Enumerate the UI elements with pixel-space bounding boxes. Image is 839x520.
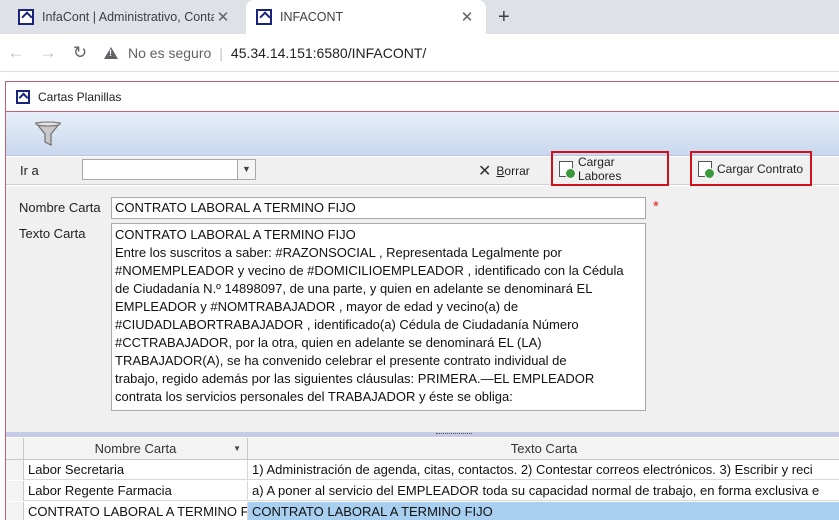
cargar-contrato-button[interactable]: Cargar Contrato [690,151,812,186]
tab-title: InfaCont | Administrativo, Contab [42,10,214,24]
security-label: No es seguro [128,44,212,61]
sort-arrow-icon[interactable]: ▼ [233,438,241,460]
document-load-icon [559,160,576,179]
row-indicator-header [6,438,24,460]
column-header-label: Nombre Carta [94,441,177,456]
text-line: contrata los servicios personales del TR… [115,389,513,404]
text-line: #CIUDADLABORTRABAJADOR , identificado(a)… [115,317,579,332]
table-row[interactable]: Labor Secretaria 1) Administración de ag… [6,460,839,480]
row-indicator[interactable] [6,481,24,501]
text-line: Entre los suscritos a saber: #RAZONSOCIA… [115,245,562,260]
cargar-labores-label: Cargar Labores [577,154,622,183]
cell-texto[interactable]: CONTRATO LABORAL A TERMINO FIJO [248,502,839,520]
text-line: #NOMEMPLEADOR y vecino de #DOMICILIOEMPL… [115,263,624,278]
grid-header: Nombre Carta ▼ Texto Carta [6,438,839,460]
favicon-icon [18,9,34,25]
cell-texto[interactable]: a) A poner al servicio del EMPLEADOR tod… [248,481,839,501]
forward-icon[interactable]: → [32,43,64,63]
nombre-carta-label: Nombre Carta [19,200,101,215]
borrar-button[interactable]: ✕ Borrar [478,157,530,185]
tab-title: INFACONT [280,10,344,24]
text-line: CONTRATO LABORAL A TERMINO FIJO [115,227,356,242]
window-title: Cartas Planillas [38,89,122,104]
close-icon[interactable]: ✕ [214,8,232,26]
browser-tab-infacont[interactable]: INFACONT ✕ [246,0,486,34]
nombre-carta-field[interactable]: CONTRATO LABORAL A TERMINO FIJO [111,197,646,219]
text-line: #CCTRABAJADOR, por la otra, quien en ade… [115,335,542,350]
borrar-accel: B [496,164,505,178]
new-tab-icon[interactable]: + [498,6,510,29]
splitter-handle[interactable] [6,432,839,437]
dropdown-arrow-icon[interactable]: ▼ [237,160,255,179]
cell-nombre[interactable]: Labor Regente Farmacia [24,481,248,501]
back-icon[interactable]: ← [0,43,32,63]
texto-carta-label: Texto Carta [19,226,86,241]
goto-label: Ir a [20,163,39,178]
cell-texto[interactable]: 1) Administración de agenda, citas, cont… [248,460,839,480]
browser-toolbar: ← → ↻ No es seguro | 45.34.14.151:6580/I… [0,34,839,72]
cargar-contrato-label: Cargar Contrato [717,161,804,176]
window-titlebar: Cartas Planillas [6,82,839,112]
delete-x-icon: ✕ [478,163,492,180]
address-bar[interactable]: No es seguro | 45.34.14.151:6580/INFACON… [104,45,426,61]
divider: | [219,44,223,61]
column-header-nombre[interactable]: Nombre Carta ▼ [24,438,248,460]
text-line: de Ciudadanía N.º 14898097, de una parte… [115,281,593,296]
borrar-label: orrar [504,164,530,178]
ribbon [6,112,839,156]
cartas-grid: Nombre Carta ▼ Texto Carta Labor Secreta… [6,438,839,520]
table-row[interactable]: Labor Regente Farmacia a) A poner al ser… [6,481,839,501]
favicon-icon [256,9,272,25]
reload-icon[interactable]: ↻ [64,43,96,63]
warning-icon [104,46,118,59]
required-icon: * [653,198,659,215]
cell-nombre[interactable]: CONTRATO LABORAL A TERMINO FI [24,502,248,520]
app-icon [16,89,30,104]
column-header-texto[interactable]: Texto Carta [248,438,839,460]
row-indicator[interactable] [6,502,24,520]
browser-tab-infacont-admin[interactable]: InfaCont | Administrativo, Contab ✕ [8,0,242,34]
app-window: Cartas Planillas Ir a ▼ ✕ Borrar Cargar … [5,81,839,520]
filter-icon[interactable] [34,120,62,148]
edit-form: Nombre Carta CONTRATO LABORAL A TERMINO … [6,186,839,432]
text-line: TRABAJADOR(A), se ha convenido celebrar … [115,353,567,368]
row-indicator[interactable] [6,460,24,480]
cell-nombre[interactable]: Labor Secretaria [24,460,248,480]
close-icon[interactable]: ✕ [458,8,476,26]
texto-carta-textarea[interactable]: CONTRATO LABORAL A TERMINO FIJO Entre lo… [111,223,646,411]
cargar-labores-button[interactable]: Cargar Labores [551,151,669,186]
text-line: EMPLEADOR y #NOMTRABAJADOR , mayor de ed… [115,299,519,314]
record-toolbar: Ir a ▼ ✕ Borrar Cargar Labores Cargar Co… [6,151,839,186]
document-load-icon [698,160,715,179]
browser-tabstrip: InfaCont | Administrativo, Contab ✕ INFA… [0,0,839,34]
goto-select[interactable]: ▼ [82,159,256,180]
grip-icon [436,433,472,436]
url-text[interactable]: 45.34.14.151:6580/INFACONT/ [231,45,426,61]
text-line: trabajo, regido además por las siguiente… [115,371,595,386]
table-row-selected[interactable]: CONTRATO LABORAL A TERMINO FI CONTRATO L… [6,502,839,520]
